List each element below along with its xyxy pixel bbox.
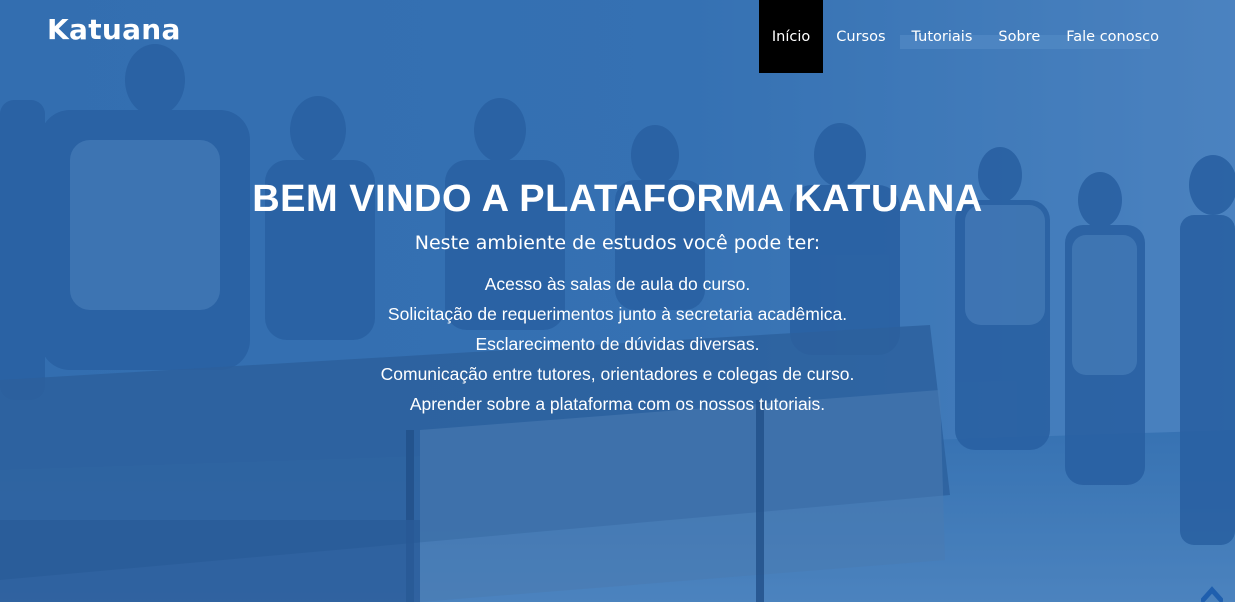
nav-item-cursos[interactable]: Cursos	[823, 0, 898, 73]
nav-item-inicio[interactable]: Início	[758, 0, 824, 73]
feature-item: Comunicação entre tutores, orientadores …	[380, 364, 855, 384]
main-nav: Início Cursos Tutoriais Sobre Fale conos…	[758, 0, 1172, 73]
feature-item: Esclarecimento de dúvidas diversas.	[475, 334, 760, 354]
nav-item-sobre[interactable]: Sobre	[985, 0, 1053, 73]
feature-item: Aprender sobre a plataforma com os nosso…	[409, 394, 826, 414]
feature-list: Acesso às salas de aula do curso. Solici…	[0, 269, 1235, 419]
hero-title: BEM VINDO A PLATAFORMA KATUANA	[252, 178, 983, 220]
feature-item: Acesso às salas de aula do curso.	[484, 274, 751, 294]
nav-item-fale-conosco[interactable]: Fale conosco	[1053, 0, 1172, 73]
brand-logo[interactable]: Katuana	[47, 13, 181, 46]
hero-section: Katuana Início Cursos Tutoriais Sobre Fa…	[0, 0, 1235, 602]
hero-content: BEM VINDO A PLATAFORMA KATUANA Neste amb…	[0, 175, 1235, 419]
nav-item-tutoriais[interactable]: Tutoriais	[899, 0, 986, 73]
scroll-top-button[interactable]	[1200, 584, 1224, 602]
chevron-up-icon	[1200, 586, 1224, 602]
hero-subtitle: Neste ambiente de estudos você pode ter:	[414, 232, 821, 254]
feature-item: Solicitação de requerimentos junto à sec…	[387, 304, 848, 324]
navbar: Katuana Início Cursos Tutoriais Sobre Fa…	[0, 0, 1235, 73]
